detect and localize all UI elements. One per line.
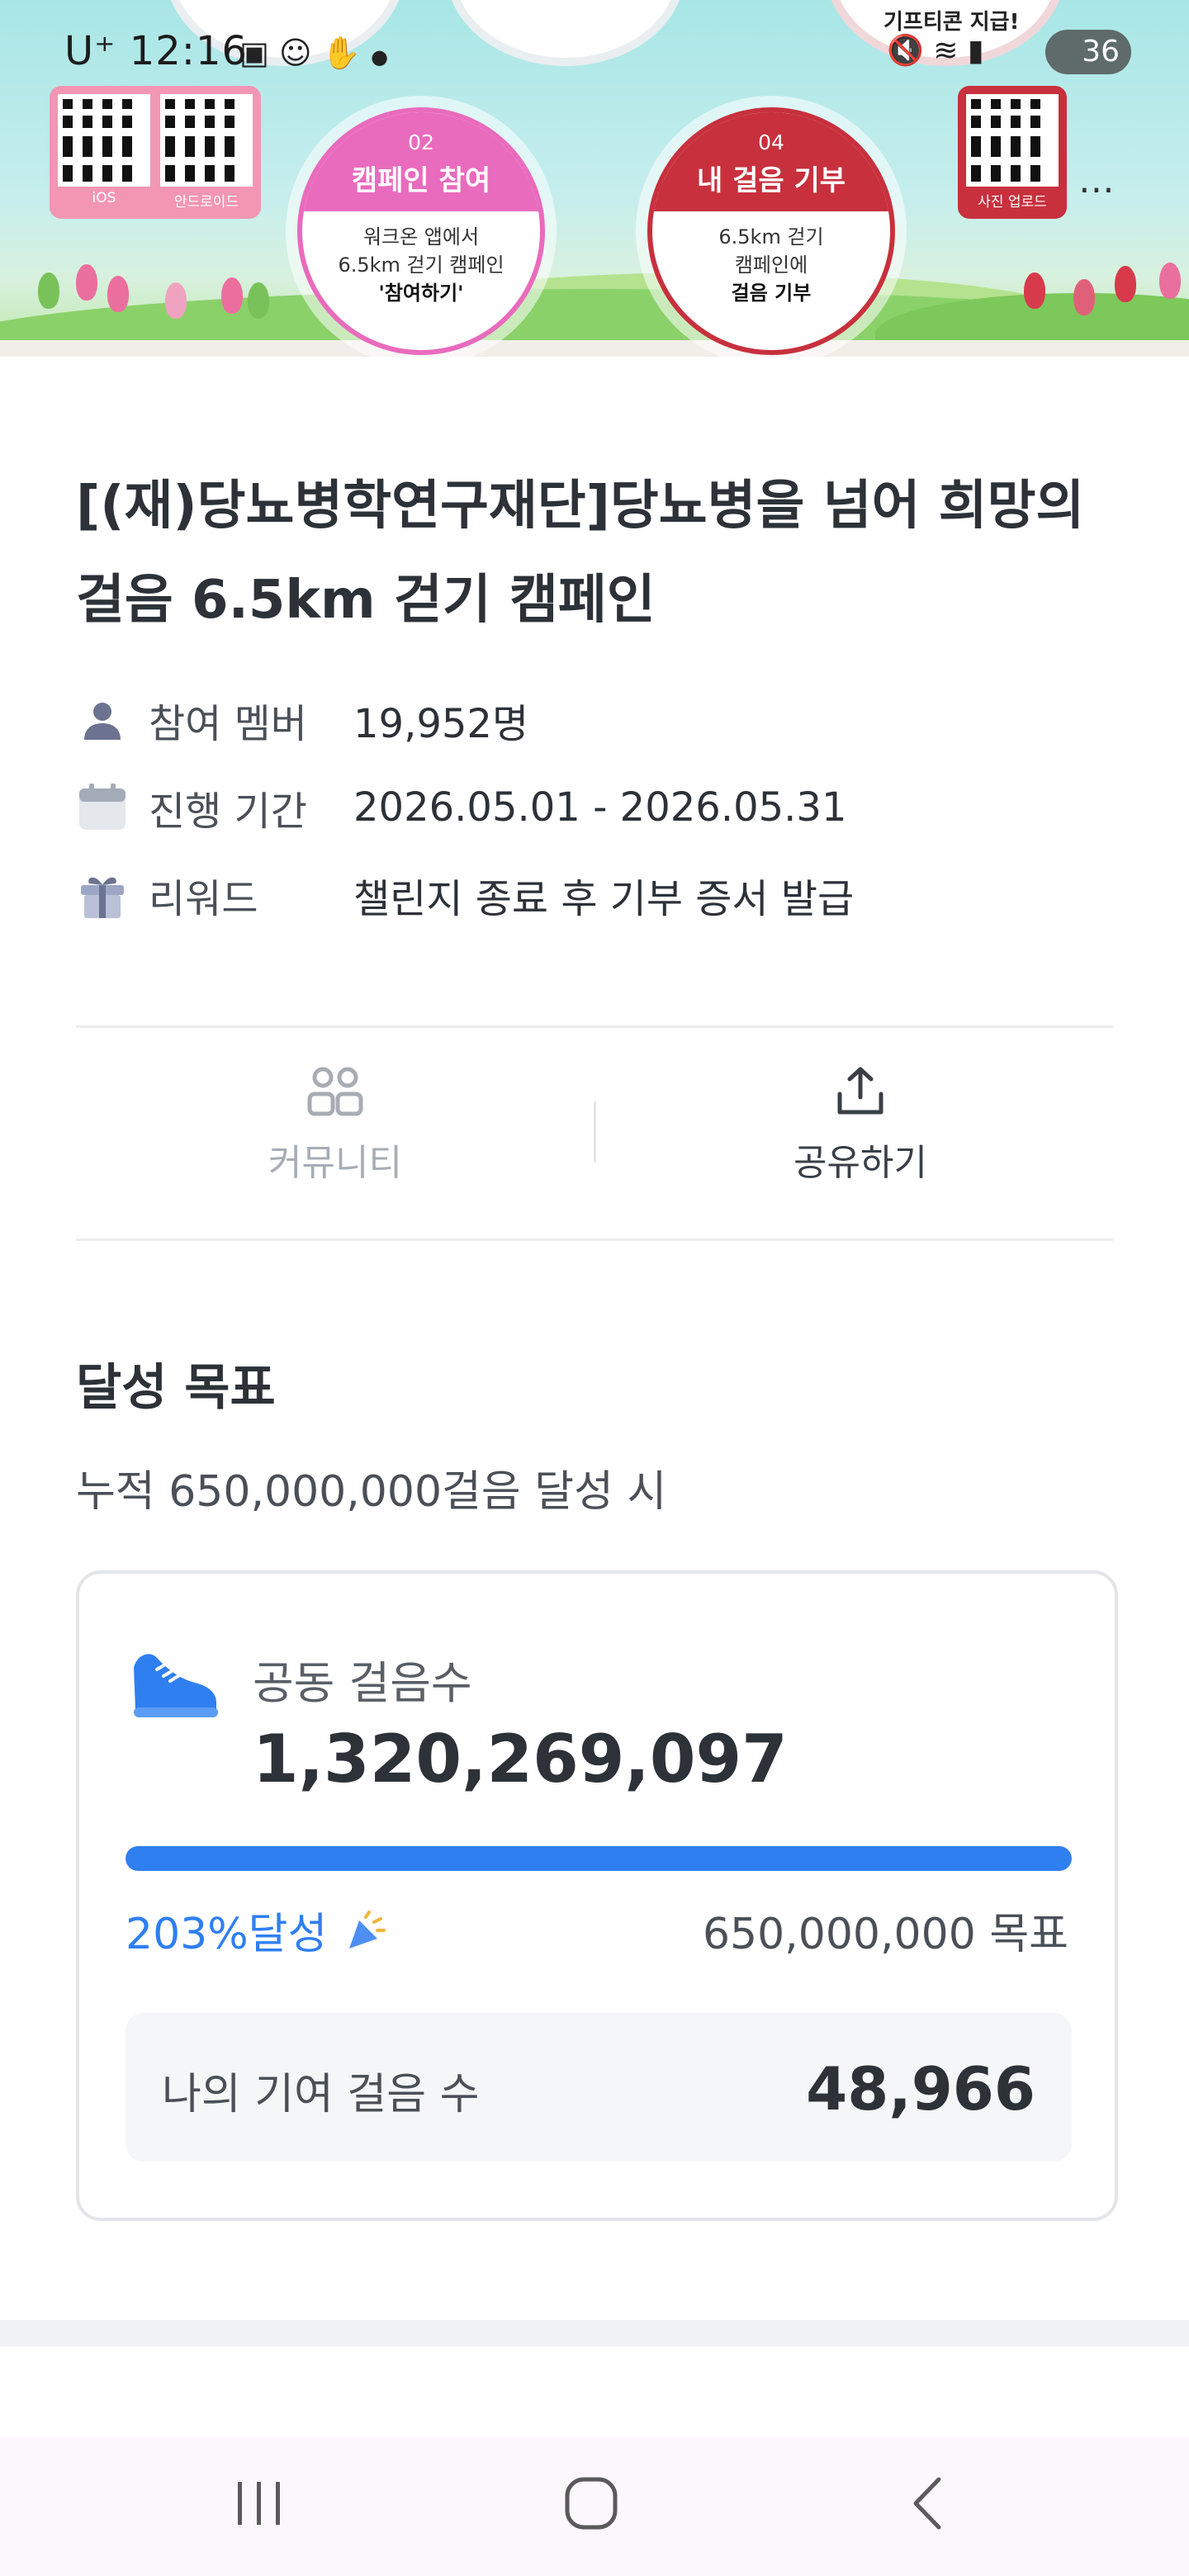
step-text-bold: '참여하기'	[378, 282, 464, 305]
info-value: 챌린지 종료 후 기부 증서 발급	[353, 876, 855, 922]
battery-level: 36	[1082, 35, 1120, 69]
recent-apps-button[interactable]	[210, 2470, 309, 2536]
info-value: 2026.05.01 - 2026.05.31	[353, 784, 847, 831]
community-label: 커뮤니티	[268, 1142, 402, 1184]
collective-steps-value: 1,320,269,097	[253, 1721, 788, 1797]
achievement-percent: 203%달성	[126, 1899, 387, 1961]
home-icon	[565, 2477, 618, 2530]
wifi-icon: ≋	[933, 34, 959, 68]
party-popper-icon	[341, 1910, 387, 1959]
step-title: 내 걸음 기부	[696, 164, 846, 197]
photo-upload-qr-label: 사진 업로드	[978, 194, 1047, 211]
banner-step-join: 02 캠페인 참여 워크온 앱에서 6.5km 걷기 캠페인 '참여하기'	[297, 107, 545, 355]
info-row-reward: 리워드 챌린지 종료 후 기부 증서 발급	[76, 869, 855, 922]
goal-subtitle: 누적 650,000,000걸음 달성 시	[76, 1467, 667, 1517]
step-text: 6.5km 걷기 캠페인	[338, 253, 504, 277]
signal-icon: ▮	[967, 34, 984, 68]
community-button[interactable]: 커뮤니티	[154, 1062, 517, 1186]
achievement-percent-text: 203%달성	[126, 1910, 328, 1959]
photo-upload-qr-code	[966, 94, 1059, 187]
my-contribution-label: 나의 기여 걸음 수	[162, 2070, 480, 2119]
gift-icon	[76, 869, 129, 921]
step-text: 워크온 앱에서	[362, 225, 480, 249]
goal-progress-bar	[126, 1846, 1072, 1871]
info-value: 19,952명	[353, 701, 529, 747]
back-icon	[913, 2477, 941, 2530]
step-text: 캠페인에	[734, 253, 808, 277]
share-button[interactable]: 공유하기	[679, 1062, 1042, 1186]
app-download-qr-card: iOS 안드로이드	[50, 86, 261, 219]
status-icons-left: ▣ ☺ ✋ ●	[239, 35, 388, 72]
goal-target: 650,000,000 목표	[702, 1910, 1068, 1959]
step-title: 캠페인 참여	[351, 164, 491, 197]
status-time: U⁺ 12:16	[64, 28, 249, 74]
ios-qr-label: iOS	[92, 190, 116, 206]
my-contribution-box: 나의 기여 걸음 수 48,966	[126, 2013, 1072, 2162]
cut-off-tab-bar	[0, 2346, 1189, 2437]
step-number: 02	[408, 130, 434, 154]
section-separator	[0, 2320, 1189, 2346]
divider	[76, 1238, 1113, 1241]
info-label: 진행 기간	[149, 788, 307, 835]
android-qr-code	[160, 94, 253, 187]
goal-heading: 달성 목표	[76, 1359, 276, 1417]
android-qr-label: 안드로이드	[173, 194, 239, 211]
more-options-icon[interactable]: ⋯	[1078, 168, 1115, 211]
face-icon: ☺	[279, 35, 312, 71]
mute-icon: 🔇	[887, 34, 924, 68]
photo-upload-qr-card: 사진 업로드	[958, 86, 1067, 219]
battery-indicator: 36	[1045, 30, 1131, 74]
banner-step-donate: 04 내 걸음 기부 6.5km 걷기 캠페인에 걸음 기부	[647, 107, 895, 355]
step-text: 6.5km 걷기	[718, 225, 824, 249]
ios-qr-code	[58, 94, 150, 187]
collective-steps-label: 공동 걸음수	[253, 1657, 472, 1709]
step-text-bold: 걸음 기부	[731, 282, 812, 305]
home-button[interactable]	[542, 2470, 641, 2536]
back-button[interactable]	[879, 2470, 978, 2536]
status-bar: U⁺ 12:16 ▣ ☺ ✋ ● 🔇 ≋ ▮ 36	[0, 25, 1189, 83]
step-number: 04	[758, 130, 784, 154]
campaign-banner: 기프티콘 지급! iOS 안드로이드 사진 업로드 02 캠페인 참여 워크온 …	[0, 0, 1189, 357]
share-label: 공유하기	[793, 1142, 927, 1184]
info-row-period: 진행 기간 2026.05.01 - 2026.05.31	[76, 781, 847, 835]
action-separator	[594, 1101, 596, 1163]
info-label: 리워드	[149, 876, 258, 922]
collective-steps-card: 공동 걸음수 1,320,269,097 203%달성 650,000,000 …	[76, 1570, 1118, 2221]
status-icons-right: 🔇 ≋ ▮	[887, 33, 984, 68]
dot-icon: ●	[371, 45, 389, 69]
gesture-icon: ✋	[321, 35, 362, 71]
screenshot-icon: ▣	[239, 35, 269, 71]
my-contribution-value: 48,966	[806, 2054, 1035, 2124]
campaign-title: [(재)당뇨병학연구재단]당뇨병을 넘어 희망의 걸음 6.5km 걷기 캠페인	[76, 476, 1085, 631]
system-nav-bar	[0, 2437, 1189, 2576]
divider	[76, 1025, 1113, 1028]
sneaker-icon	[129, 1643, 221, 1726]
info-label: 참여 멤버	[149, 701, 307, 747]
community-icon	[154, 1062, 517, 1121]
goal-progress-fill	[126, 1846, 1072, 1871]
person-icon	[76, 694, 129, 746]
recent-apps-icon	[238, 2482, 280, 2525]
share-icon	[679, 1062, 1042, 1121]
info-row-members: 참여 멤버 19,952명	[76, 694, 529, 747]
calendar-icon	[76, 781, 129, 834]
